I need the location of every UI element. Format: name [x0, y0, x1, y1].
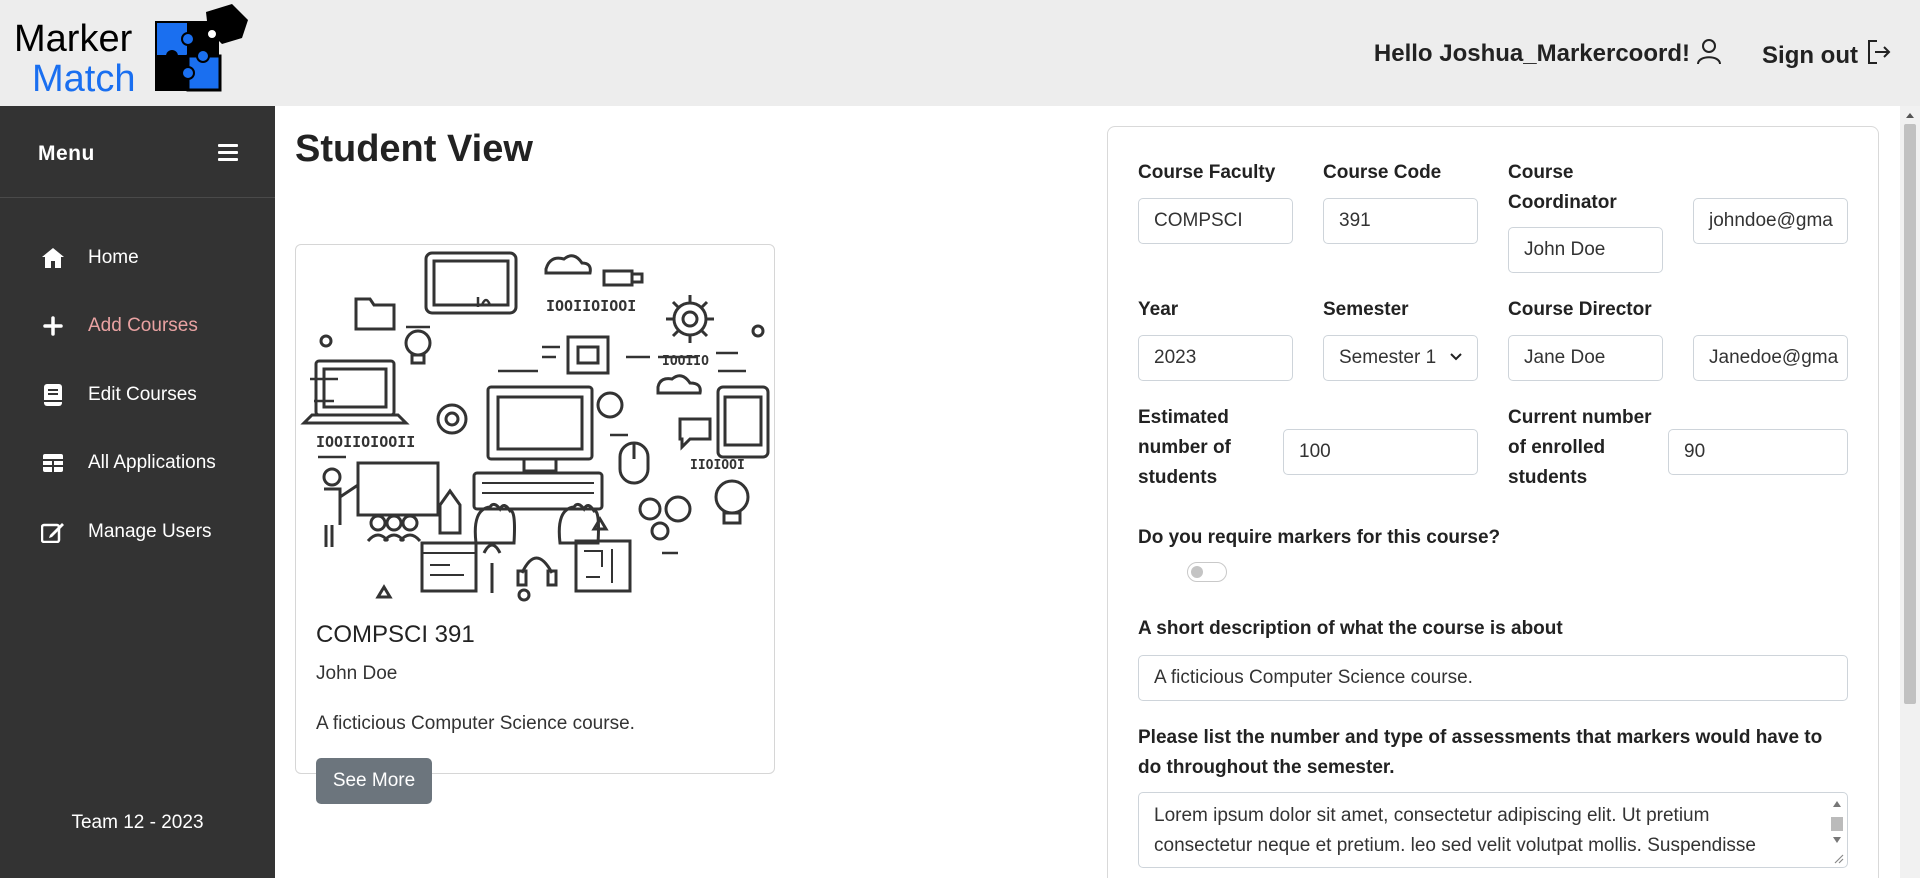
sidebar-header: Menu — [0, 106, 275, 198]
enrolled-students-label-line3: students — [1508, 467, 1588, 488]
course-description-label: A short description of what the course i… — [1138, 618, 1563, 639]
enrolled-students-label-line2: of enrolled — [1508, 437, 1606, 458]
course-director-field[interactable]: Jane Doe — [1508, 335, 1663, 381]
sidebar-item-home[interactable]: Home — [40, 238, 139, 278]
sidebar-item-label: Edit Courses — [88, 384, 197, 405]
user-icon[interactable] — [1696, 38, 1722, 66]
svg-text:IOOIIOIOOII: IOOIIOIOOII — [316, 433, 415, 451]
header: Marker Match Hello Joshua_Markercoord! S… — [0, 0, 1920, 106]
course-description-field[interactable]: A ficticious Computer Science course. — [1138, 655, 1848, 701]
sidebar-item-label: Add Courses — [88, 315, 198, 336]
assessments-text-line2: consectetur neque et pretium. leo sed ve… — [1154, 835, 1756, 856]
semester-label: Semester — [1323, 299, 1409, 320]
sign-out-icon[interactable] — [1866, 38, 1892, 66]
course-faculty-field[interactable]: COMPSCI — [1138, 198, 1293, 244]
page-title: Student View — [295, 128, 533, 170]
sidebar: Menu Home Add Courses Edit Courses All A… — [0, 106, 275, 878]
sidebar-item-label: Manage Users — [88, 521, 212, 542]
course-card-title: COMPSCI 391 — [316, 621, 475, 648]
assessments-text-line1: Lorem ipsum dolor sit amet, consectetur … — [1154, 805, 1710, 826]
book-icon — [40, 382, 66, 408]
edit-icon — [40, 519, 66, 545]
course-faculty-label: Course Faculty — [1138, 162, 1276, 183]
sidebar-item-label: All Applications — [88, 452, 216, 473]
course-card-description: A ficticious Computer Science course. — [316, 713, 635, 734]
sidebar-item-edit-courses[interactable]: Edit Courses — [40, 375, 197, 415]
sidebar-item-all-applications[interactable]: All Applications — [40, 443, 216, 483]
table-icon — [40, 450, 66, 476]
markers-required-toggle[interactable] — [1187, 562, 1227, 582]
assessments-label-line2: do throughout the semester. — [1138, 757, 1395, 778]
puzzle-logo-icon — [155, 4, 248, 92]
markers-required-label: Do you require markers for this course? — [1138, 527, 1501, 548]
sign-out-link[interactable]: Sign out — [1762, 42, 1858, 70]
estimated-students-label-line1: Estimated — [1138, 407, 1229, 428]
director-email-field[interactable]: Janedoe@gma — [1693, 335, 1848, 381]
home-icon — [40, 245, 66, 271]
textarea-scrollbar[interactable] — [1829, 797, 1845, 865]
logo-text-match: Match — [32, 58, 136, 100]
course-code-label: Course Code — [1323, 162, 1442, 183]
enrolled-students-label-line1: Current number — [1508, 407, 1652, 428]
estimated-students-label-line3: students — [1138, 467, 1218, 488]
year-field[interactable]: 2023 — [1138, 335, 1293, 381]
year-label: Year — [1138, 299, 1179, 320]
course-code-field[interactable]: 391 — [1323, 198, 1478, 244]
plus-icon — [40, 313, 66, 339]
page-scrollbar-thumb[interactable] — [1904, 124, 1916, 704]
sidebar-item-manage-users[interactable]: Manage Users — [40, 512, 212, 552]
toggle-knob — [1191, 566, 1203, 578]
sidebar-item-label: Home — [88, 247, 139, 268]
team-footer: Team 12 - 2023 — [71, 812, 204, 833]
user-greeting: Hello Joshua_Markercoord! — [1373, 40, 1690, 67]
technology-icons-illustration: IOOIIOIOOI IOOIIO IOOIIOIOOII IIOIOOI — [300, 251, 770, 602]
svg-text:IIOIOOI: IIOIOOI — [690, 458, 745, 473]
chevron-down-icon — [1450, 353, 1462, 361]
course-director-label: Course Director — [1508, 299, 1652, 320]
assessments-textarea[interactable]: Lorem ipsum dolor sit amet, consectetur … — [1138, 792, 1848, 868]
scroll-up-arrow-icon[interactable] — [1900, 108, 1920, 122]
estimated-students-label-line2: number of — [1138, 437, 1231, 458]
menu-title: Menu — [38, 142, 95, 165]
enrolled-students-field[interactable]: 90 — [1668, 429, 1848, 475]
page-scrollbar[interactable] — [1900, 106, 1920, 878]
svg-text:IOOIIOIOOI: IOOIIOIOOI — [546, 297, 636, 315]
marker-match-logo[interactable]: Marker Match — [14, 4, 248, 100]
course-coordinator-label-line1: Course — [1508, 162, 1574, 183]
coordinator-email-field[interactable]: johndoe@gma — [1693, 198, 1848, 244]
sidebar-item-add-courses[interactable]: Add Courses — [40, 306, 198, 346]
course-coordinator-field[interactable]: John Doe — [1508, 227, 1663, 273]
assessments-label-line1: Please list the number and type of asses… — [1138, 727, 1823, 748]
semester-select-value: Semester 1 — [1339, 347, 1437, 368]
semester-select[interactable]: Semester 1 — [1323, 335, 1478, 381]
see-more-button[interactable]: See More — [316, 758, 432, 804]
hamburger-menu-icon[interactable] — [218, 144, 238, 162]
estimated-students-field[interactable]: 100 — [1283, 429, 1478, 475]
course-coordinator-label-line2: Coordinator — [1508, 192, 1617, 213]
logo-text-marker: Marker — [14, 18, 133, 60]
course-card: IOOIIOIOOI IOOIIO IOOIIOIOOII IIOIOOI CO… — [295, 244, 775, 774]
course-card-coordinator: John Doe — [316, 663, 398, 684]
